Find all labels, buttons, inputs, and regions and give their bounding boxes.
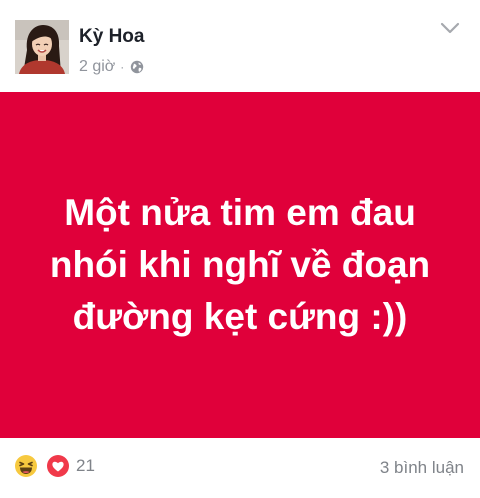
love-icon (47, 455, 69, 477)
profile-photo-icon (15, 20, 69, 74)
comments-count[interactable]: 3 bình luận (380, 456, 464, 480)
post-timestamp[interactable]: 2 giờ (79, 57, 115, 77)
post-meta: 2 giờ · (79, 57, 144, 77)
status-text: Một nửa tim em đau nhói khi nghĩ về đoạn… (49, 191, 431, 337)
chevron-down-icon[interactable] (440, 21, 460, 35)
avatar[interactable] (15, 20, 69, 74)
post-card: Kỳ Hoa 2 giờ · Một nửa tim em đau nhói k… (0, 0, 480, 498)
post-footer: 21 3 bình luận (0, 438, 480, 498)
author-name[interactable]: Kỳ Hoa (79, 25, 144, 49)
post-header: Kỳ Hoa 2 giờ · (0, 0, 480, 92)
meta-separator: · (120, 60, 125, 74)
reactions-summary[interactable]: 21 (14, 454, 95, 478)
status-background: Một nửa tim em đau nhói khi nghĩ về đoạn… (0, 92, 480, 438)
haha-icon (15, 455, 37, 477)
reaction-count: 21 (76, 456, 95, 475)
globe-icon[interactable] (130, 60, 144, 74)
